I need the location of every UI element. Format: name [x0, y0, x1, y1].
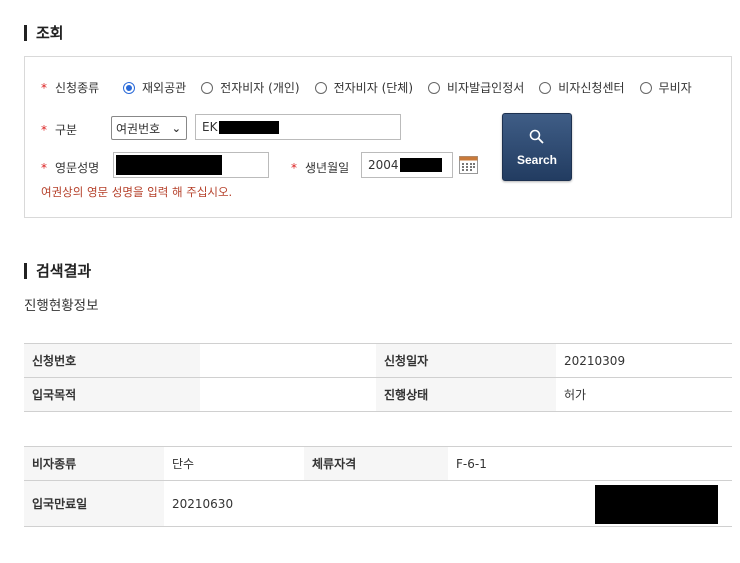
- entry-expiry-value: 20210630: [172, 496, 234, 511]
- visa-type-radio-group: 재외공관 전자비자 (개인) 전자비자 (단체) 비자발급인정서 비자신청센터 …: [123, 79, 707, 96]
- radio-visa-free[interactable]: 무비자: [639, 79, 692, 96]
- radio-dot[interactable]: [201, 81, 214, 94]
- table-row: 신청번호 신청일자 20210309: [24, 343, 732, 378]
- radio-dot[interactable]: [123, 81, 135, 94]
- search-title-text: 조회: [36, 24, 64, 42]
- stay-status-label: 체류자격: [304, 446, 448, 481]
- search-form: * 신청종류 재외공관 전자비자 (개인) 전자비자 (단체) 비자발급인정서 …: [24, 56, 732, 218]
- birth-date-label: 생년월일: [305, 161, 350, 175]
- radio-evisa-group[interactable]: 전자비자 (단체): [314, 79, 414, 96]
- english-name-input[interactable]: [113, 152, 269, 178]
- passport-number-value: EK: [202, 120, 218, 134]
- passport-number-input[interactable]: EK: [195, 114, 401, 140]
- stay-status-value: F-6-1: [448, 446, 732, 481]
- application-number-label: 신청번호: [24, 343, 200, 378]
- status-value: 허가: [556, 377, 732, 412]
- magnifier-icon: [528, 128, 546, 149]
- english-name-label: 영문성명: [55, 161, 100, 175]
- radio-evisa-individual[interactable]: 전자비자 (개인): [201, 79, 300, 96]
- category-select-value: 여권번호: [116, 121, 161, 136]
- visa-type-label: 신청종류: [55, 81, 100, 95]
- application-date-label: 신청일자: [376, 343, 556, 378]
- redaction-box: [399, 158, 442, 172]
- entry-purpose-label: 입국목적: [24, 377, 200, 412]
- title-bar: [24, 24, 27, 41]
- category-label: 구분: [55, 123, 78, 137]
- progress-info-table: 신청번호 신청일자 20210309 입국목적 진행상태 허가: [24, 343, 732, 412]
- visa-type-label-row: * 신청종류: [41, 79, 99, 96]
- radio-label: 재외공관: [142, 81, 187, 95]
- progress-info-title: 진행현황정보: [24, 298, 99, 314]
- radio-embassy[interactable]: 재외공관: [123, 79, 186, 96]
- table-row: 입국만료일 20210630: [24, 480, 732, 527]
- radio-dot[interactable]: [314, 81, 327, 94]
- required-mark: *: [291, 160, 297, 175]
- name-label-row: * 영문성명: [41, 159, 99, 176]
- visa-info-table: 비자종류 단수 체류자격 F-6-1 입국만료일 20210630: [24, 446, 732, 527]
- chevron-down-icon: ⌄: [171, 122, 181, 135]
- application-number-value: [200, 343, 376, 378]
- required-mark: *: [41, 80, 47, 95]
- radio-dot[interactable]: [539, 81, 552, 94]
- search-section-title: 조회: [24, 22, 64, 43]
- radio-label: 비자신청센터: [558, 81, 625, 95]
- birth-label-row: * 생년월일: [291, 159, 349, 176]
- radio-label: 비자발급인정서: [447, 81, 525, 95]
- birth-date-input[interactable]: 2004: [361, 152, 453, 178]
- radio-label: 전자비자 (개인): [220, 81, 300, 95]
- birth-date-value: 2004: [368, 158, 399, 172]
- redaction-box: [116, 155, 222, 175]
- radio-visa-issuance-certificate[interactable]: 비자발급인정서: [428, 79, 524, 96]
- search-button-label: Search: [516, 152, 558, 167]
- radio-dot[interactable]: [639, 81, 652, 94]
- radio-label: 전자비자 (단체): [333, 81, 414, 95]
- radio-dot[interactable]: [428, 81, 441, 94]
- radio-label: 무비자: [658, 81, 692, 95]
- entry-expiry-cell: 20210630: [164, 480, 732, 527]
- result-section-title: 검색결과: [24, 260, 91, 281]
- redaction-box: [219, 120, 280, 134]
- redaction-box: [595, 485, 718, 524]
- calendar-icon[interactable]: [459, 156, 478, 174]
- visa-kind-label: 비자종류: [24, 446, 164, 481]
- entry-purpose-value: [200, 377, 376, 412]
- status-label: 진행상태: [376, 377, 556, 412]
- name-hint-text: 여권상의 영문 성명을 입력 해 주십시오.: [41, 185, 233, 199]
- entry-expiry-label: 입국만료일: [24, 480, 164, 527]
- title-bar: [24, 262, 27, 279]
- category-select[interactable]: 여권번호 ⌄: [111, 116, 187, 140]
- category-label-row: * 구분: [41, 121, 77, 138]
- required-mark: *: [41, 160, 47, 175]
- application-date-value: 20210309: [556, 343, 732, 378]
- visa-kind-value: 단수: [164, 446, 304, 481]
- table-row: 입국목적 진행상태 허가: [24, 377, 732, 412]
- table-row: 비자종류 단수 체류자격 F-6-1: [24, 446, 732, 481]
- search-button[interactable]: Search: [502, 113, 572, 181]
- result-title-text: 검색결과: [36, 262, 92, 280]
- required-mark: *: [41, 122, 47, 137]
- radio-visa-center[interactable]: 비자신청센터: [539, 79, 625, 96]
